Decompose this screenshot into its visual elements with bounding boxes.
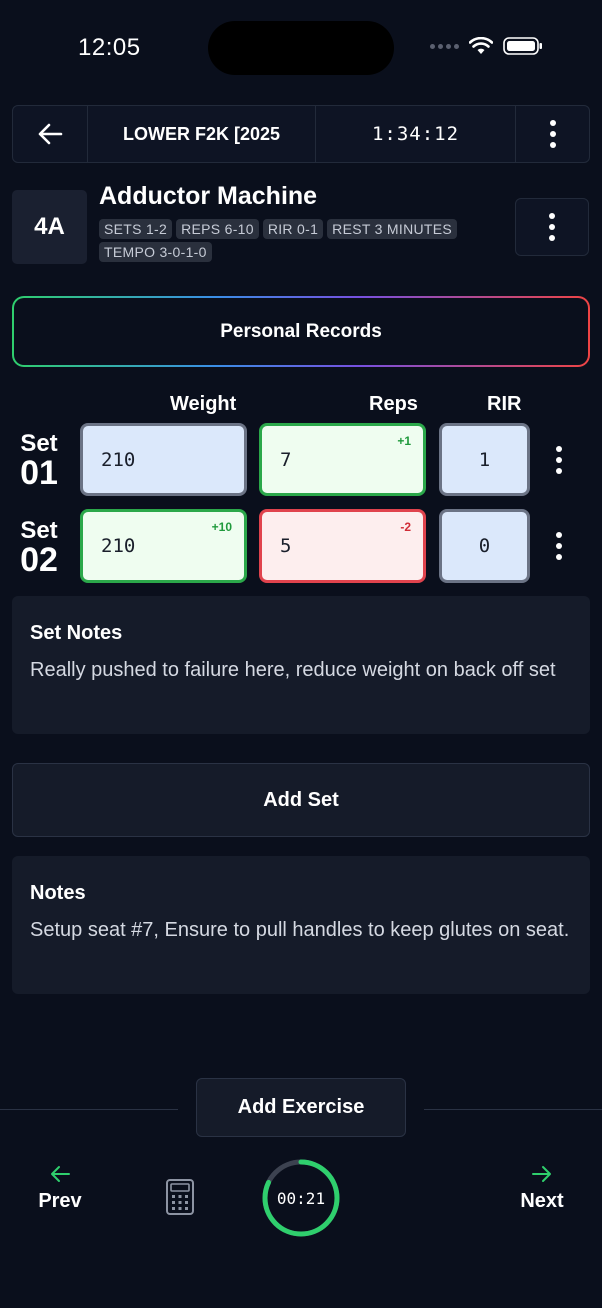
set-1-reps-delta: +1: [397, 434, 411, 448]
set-2-weight-input[interactable]: 210 +10: [80, 509, 247, 583]
dynamic-island: [208, 21, 394, 75]
set-label-2: Set 02: [16, 517, 62, 579]
set-label-number: 02: [20, 541, 58, 579]
arrow-left-icon: [51, 1166, 70, 1182]
add-exercise-button[interactable]: Add Exercise: [196, 1078, 406, 1137]
set-2-weight-delta: +10: [211, 520, 232, 534]
set-2-rir-value: 0: [478, 535, 491, 557]
chip-reps: REPS 6-10: [176, 219, 259, 239]
set-2-rir-input[interactable]: 0: [439, 509, 530, 583]
add-set-button[interactable]: Add Set: [12, 763, 590, 837]
vertical-dots-icon: [556, 446, 562, 474]
chip-tempo: TEMPO 3-0-1-0: [99, 242, 212, 262]
set-1-weight-value: 210: [101, 448, 136, 471]
column-reps: Reps: [369, 393, 418, 415]
back-button[interactable]: [13, 106, 88, 162]
set-2-weight-value: 210: [101, 535, 136, 557]
exercise-notes-panel[interactable]: Notes Setup seat #7, Ensure to pull hand…: [12, 856, 590, 994]
divider-left: [0, 1109, 178, 1110]
header-menu-button[interactable]: [516, 106, 589, 162]
rest-timer-text: 00:21: [276, 1188, 326, 1208]
notes-title: Notes: [30, 882, 86, 904]
set-1-reps-input[interactable]: 7 +1: [259, 423, 426, 496]
exercise-menu-button[interactable]: [515, 198, 589, 256]
next-label: Next: [520, 1190, 564, 1212]
signal-icon: [430, 43, 459, 49]
set-label-number: 01: [20, 454, 58, 492]
prev-label: Prev: [38, 1190, 82, 1212]
elapsed-timer: 1:34:12: [316, 106, 516, 162]
exercise-title: Adductor Machine: [99, 182, 318, 210]
column-rir: RIR: [487, 393, 522, 415]
set-label-word: Set: [20, 430, 58, 457]
personal-records-button[interactable]: Personal Records: [12, 296, 590, 367]
next-button[interactable]: Next: [510, 1164, 574, 1213]
set-1-rir-input[interactable]: 1: [439, 423, 530, 496]
calculator-icon: [166, 1179, 194, 1215]
workout-title: LOWER F2K [2025: [88, 106, 316, 162]
set-1-menu-button[interactable]: [548, 441, 570, 479]
exercise-chips: SETS 1-2 REPS 6-10 RIR 0-1 REST 3 MINUTE…: [99, 219, 499, 262]
wifi-icon: [469, 37, 493, 54]
set-2-reps-value: 5: [280, 535, 292, 557]
set-1-rir-value: 1: [478, 448, 491, 471]
chip-rest: REST 3 MINUTES: [327, 219, 458, 239]
chip-sets: SETS 1-2: [99, 219, 173, 239]
vertical-dots-icon: [556, 532, 562, 560]
notes-text: Setup seat #7, Ensure to pull handles to…: [30, 919, 570, 941]
set-2-reps-delta: -2: [400, 520, 411, 534]
set-notes-panel[interactable]: Set Notes Really pushed to failure here,…: [12, 596, 590, 734]
prev-button[interactable]: Prev: [30, 1164, 90, 1213]
calculator-button[interactable]: [164, 1178, 196, 1216]
column-weight: Weight: [170, 393, 237, 415]
set-label-1: Set 01: [16, 430, 62, 492]
battery-icon: [503, 37, 542, 55]
divider-right: [424, 1109, 602, 1110]
status-time: 12:05: [78, 34, 141, 61]
chip-rir: RIR 0-1: [262, 219, 324, 239]
vertical-dots-icon: [549, 120, 556, 148]
set-1-reps-value: 7: [280, 448, 292, 471]
status-icons: [430, 36, 543, 56]
set-notes-text: Really pushed to failure here, reduce we…: [30, 659, 556, 681]
set-2-menu-button[interactable]: [548, 527, 570, 565]
personal-records-label: Personal Records: [14, 298, 588, 365]
vertical-dots-icon: [549, 213, 555, 241]
set-label-word: Set: [20, 517, 58, 544]
set-1-weight-input[interactable]: 210: [80, 423, 247, 496]
workout-header: LOWER F2K [2025 1:34:12: [12, 105, 590, 163]
set-2-reps-input[interactable]: 5 -2: [259, 509, 426, 583]
arrow-right-icon: [532, 1166, 551, 1182]
exercise-code-badge: 4A: [12, 190, 87, 264]
set-notes-title: Set Notes: [30, 622, 123, 644]
arrow-left-icon: [38, 123, 63, 145]
